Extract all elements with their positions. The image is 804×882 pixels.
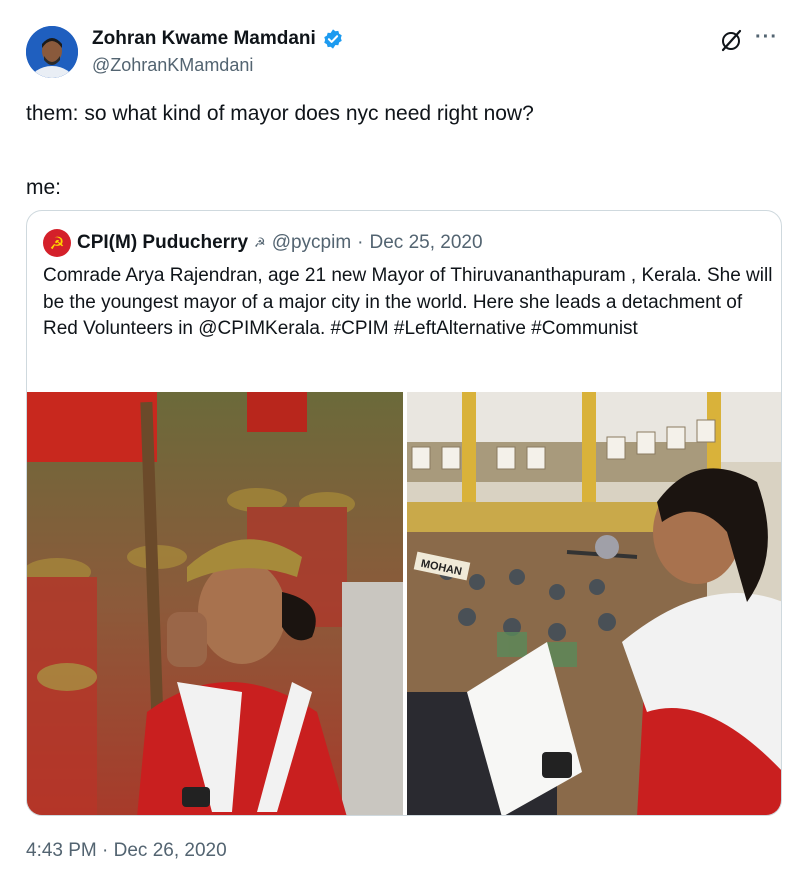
quoted-display-name[interactable]: CPI(M) Puducherry bbox=[77, 232, 248, 254]
quoted-media-grid: MOHAN bbox=[27, 392, 781, 815]
quoted-name-badge: ☭ bbox=[254, 235, 266, 250]
tweet-text-line: them: so what kind of mayor does nyc nee… bbox=[26, 102, 534, 125]
author-display-name[interactable]: Zohran Kwame Mamdani bbox=[92, 28, 316, 50]
council-speech-photo[interactable]: MOHAN bbox=[407, 392, 781, 815]
verified-badge-icon bbox=[324, 29, 342, 49]
quoted-author-avatar[interactable]: ☭ bbox=[43, 229, 71, 257]
hammer-sickle-icon: ☭ bbox=[49, 233, 65, 253]
tweet-text: them: so what kind of mayor does nyc nee… bbox=[26, 100, 776, 202]
quoted-tweet-text: Comrade Arya Rajendran, age 21 new Mayor… bbox=[43, 265, 773, 339]
volunteer-march-photo[interactable] bbox=[27, 392, 403, 815]
quoted-separator: · bbox=[357, 232, 364, 253]
quoted-tweet-header: ☭ CPI(M) Puducherry ☭ @pycpim · Dec 25, … bbox=[43, 229, 483, 257]
author-handle[interactable]: @ZohranKMamdani bbox=[92, 55, 253, 76]
tweet-card: Zohran Kwame Mamdani @ZohranKMamdani ···… bbox=[0, 0, 804, 882]
quoted-handle[interactable]: @pycpim bbox=[272, 232, 351, 254]
more-options-icon[interactable]: ··· bbox=[755, 26, 778, 49]
author-name-row: Zohran Kwame Mamdani bbox=[92, 28, 344, 50]
tweet-text-line: me: bbox=[26, 176, 62, 199]
quoted-tweet[interactable]: ☭ CPI(M) Puducherry ☭ @pycpim · Dec 25, … bbox=[26, 210, 782, 816]
author-avatar[interactable] bbox=[26, 26, 78, 78]
grok-icon[interactable] bbox=[718, 28, 744, 54]
tweet-timestamp[interactable]: 4:43 PM · Dec 26, 2020 bbox=[26, 840, 227, 862]
quoted-date[interactable]: Dec 25, 2020 bbox=[370, 232, 483, 254]
